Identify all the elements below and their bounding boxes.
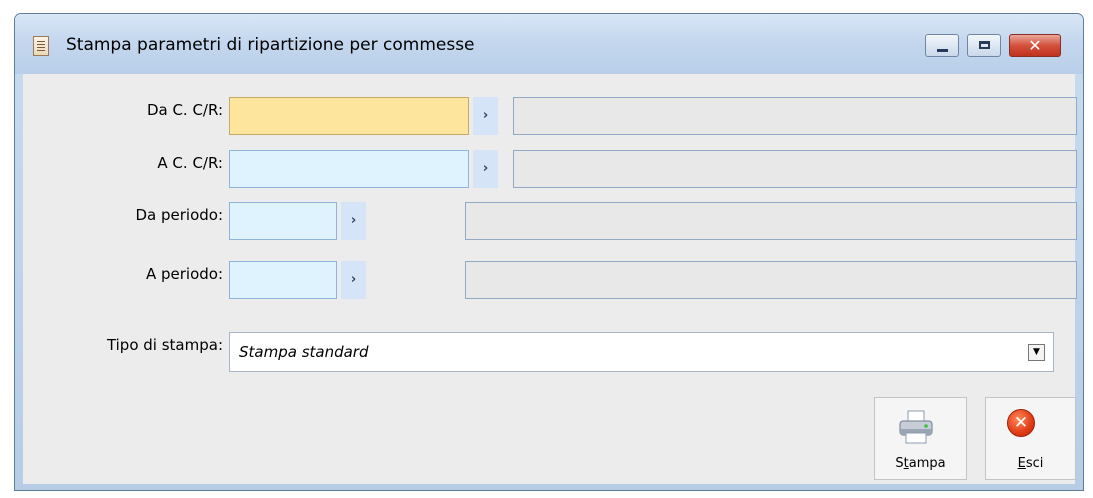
maximize-button[interactable]: [967, 34, 1001, 57]
esci-button[interactable]: ✕ Esci: [985, 397, 1076, 480]
chevron-right-icon: ›: [350, 272, 357, 287]
da-periodo-label: Da periodo:: [135, 206, 223, 224]
a-cc-zoom-button[interactable]: ›: [473, 150, 498, 188]
da-cc-description: [513, 97, 1077, 135]
window-title: Stampa parametri di ripartizione per com…: [66, 35, 475, 55]
a-periodo-input[interactable]: [229, 261, 337, 299]
close-window-button[interactable]: ✕: [1009, 34, 1061, 57]
stampa-label: Stampa: [895, 456, 946, 471]
close-circle-icon: ✕: [1007, 409, 1035, 437]
dropdown-arrow-icon[interactable]: ▼: [1028, 344, 1045, 361]
close-icon: ✕: [1028, 36, 1042, 55]
dialog-window: Stampa parametri di ripartizione per com…: [14, 13, 1084, 491]
chevron-right-icon: ›: [482, 108, 489, 123]
esci-label: Esci: [1017, 456, 1044, 471]
da-periodo-input[interactable]: [229, 202, 337, 240]
tipo-stampa-select[interactable]: Stampa standard ▼: [229, 332, 1054, 372]
chevron-right-icon: ›: [482, 161, 489, 176]
maximize-icon: [979, 41, 990, 49]
dialog-body: Da C. C/R: › A C. C/R: › Da periodo: › A…: [23, 74, 1077, 484]
a-periodo-zoom-button[interactable]: ›: [341, 261, 366, 299]
minimize-icon: [937, 49, 948, 52]
title-bar[interactable]: Stampa parametri di ripartizione per com…: [15, 14, 1083, 74]
tipo-stampa-label: Tipo di stampa:: [106, 336, 223, 354]
tipo-stampa-value: Stampa standard: [239, 343, 369, 361]
printer-icon: [899, 410, 933, 444]
minimize-button[interactable]: [925, 34, 959, 57]
a-cc-label: A C. C/R:: [157, 154, 223, 172]
da-cc-zoom-button[interactable]: ›: [473, 97, 498, 135]
a-periodo-label: A periodo:: [145, 265, 223, 283]
chevron-right-icon: ›: [350, 213, 357, 228]
da-cc-input[interactable]: [229, 97, 469, 135]
da-periodo-zoom-button[interactable]: ›: [341, 202, 366, 240]
report-app-icon: [33, 36, 49, 56]
da-cc-label: Da C. C/R:: [146, 101, 223, 119]
a-periodo-description: [465, 261, 1077, 299]
da-periodo-description: [465, 202, 1077, 240]
a-cc-input[interactable]: [229, 150, 469, 188]
stampa-button[interactable]: Stampa: [874, 397, 967, 480]
a-cc-description: [513, 150, 1077, 188]
